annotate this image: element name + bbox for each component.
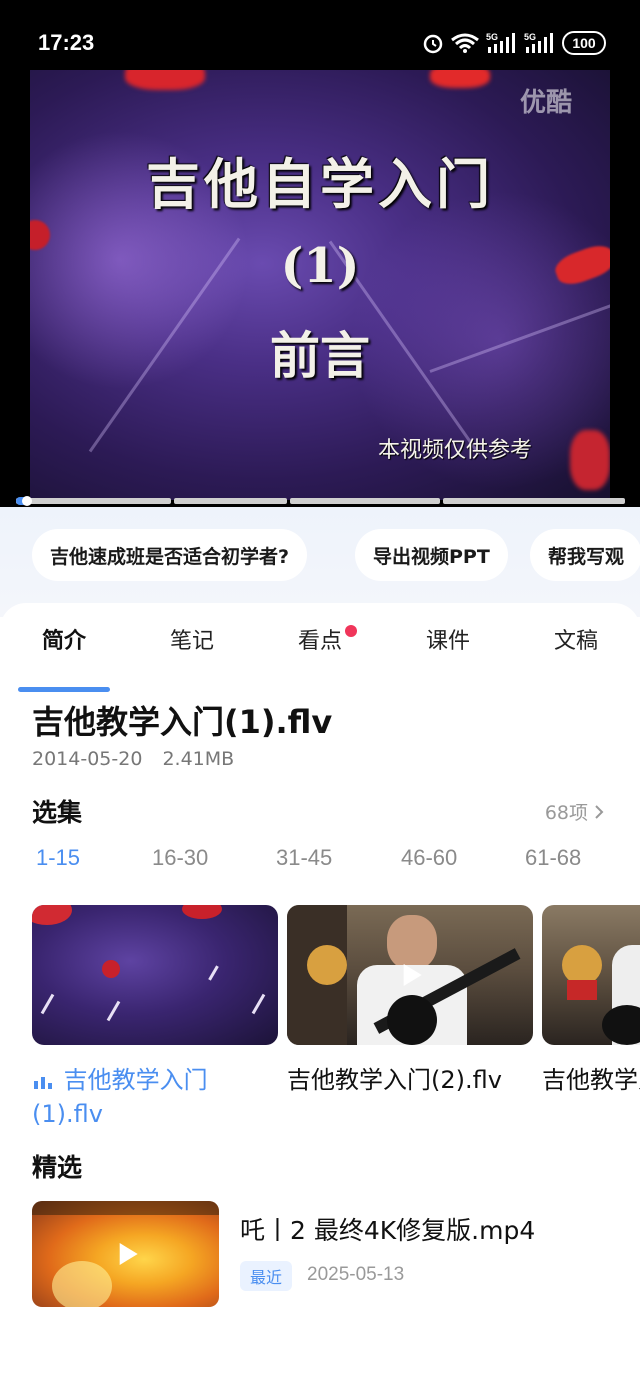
- episodes-heading: 选集: [32, 798, 83, 827]
- file-meta: 2014-05-20 2.41MB: [32, 748, 234, 770]
- featured-thumbnail: [32, 1201, 219, 1307]
- range-tab[interactable]: 61-68: [525, 845, 581, 871]
- episode-range-tabs: 1-15 16-30 31-45 46-60 61-68: [0, 845, 640, 879]
- range-tab[interactable]: 31-45: [276, 845, 332, 871]
- battery-icon: 100: [562, 31, 606, 55]
- episode-thumbnail: [287, 905, 533, 1045]
- episode-thumbnail: [542, 905, 640, 1045]
- chevron-right-icon: [595, 804, 604, 819]
- progress-segment: [174, 498, 287, 504]
- status-time: 17:23: [38, 30, 95, 55]
- video-watermark: 优酷: [520, 88, 573, 118]
- suggestion-chip[interactable]: 导出视频PPT: [355, 529, 508, 581]
- featured-item[interactable]: 吒丨2 最终4K修复版.mp4 最近 2025-05-13: [32, 1201, 608, 1307]
- video-player[interactable]: 优酷 吉他自学入门 (1) 前言 本视频仅供参考: [30, 70, 610, 500]
- tab-transcript[interactable]: 文稿: [516, 623, 636, 655]
- featured-title: 吒丨2 最终4K修复版.mp4: [240, 1216, 536, 1245]
- episode-count-link[interactable]: 68项: [545, 798, 604, 825]
- range-tab[interactable]: 16-30: [152, 845, 208, 871]
- video-subtitle-number: (1): [280, 238, 360, 294]
- progress-segment: [16, 498, 171, 504]
- file-date: 2014-05-20: [32, 748, 143, 770]
- video-title-text: 吉他自学入门: [146, 152, 494, 216]
- notification-dot: [345, 625, 357, 637]
- episode-card[interactable]: 吉他教学入门(1).flv: [32, 905, 278, 1131]
- active-tab-indicator: [18, 687, 110, 692]
- play-icon: [403, 964, 422, 986]
- episode-card[interactable]: 吉他教学入门(2).flv: [287, 905, 533, 1097]
- suggestion-chip[interactable]: 吉他速成班是否适合初学者?: [32, 529, 308, 581]
- video-caption: 本视频仅供参考: [378, 438, 533, 463]
- featured-heading: 精选: [32, 1153, 83, 1182]
- video-subtitle-text: 前言: [270, 326, 370, 385]
- status-icons: 5G 5G 100: [422, 28, 606, 58]
- tab-intro[interactable]: 简介: [4, 623, 124, 655]
- play-icon: [119, 1243, 138, 1265]
- svg-text:5G: 5G: [486, 32, 498, 42]
- episode-title: 吉他教学入门(3).flv: [542, 1066, 640, 1094]
- episode-card[interactable]: 吉他教学入门(3).flv: [542, 905, 640, 1097]
- progress-segment: [443, 498, 625, 504]
- episode-title-text: 吉他教学入门(1).flv: [32, 1066, 208, 1128]
- video-heart-shape: [125, 70, 205, 90]
- svg-text:5G: 5G: [524, 32, 536, 42]
- signal-5g-icon: 5G: [524, 32, 553, 53]
- episode-title: 吉他教学入门(2).flv: [287, 1066, 502, 1094]
- file-size: 2.41MB: [162, 748, 235, 770]
- recent-badge: 最近: [240, 1261, 293, 1291]
- tab-highlights[interactable]: 看点: [260, 623, 380, 655]
- episode-count: 68项: [544, 802, 588, 824]
- range-tab[interactable]: 1-15: [36, 845, 80, 871]
- alarm-icon: [423, 34, 443, 54]
- status-bar: 17:23 5G 5G 100: [0, 0, 640, 70]
- episode-title: 吉他教学入门(1).flv: [32, 1063, 278, 1131]
- tab-courseware[interactable]: 课件: [388, 623, 508, 655]
- video-progress-bar[interactable]: [16, 498, 626, 504]
- now-playing-icon: [34, 1077, 52, 1089]
- episode-thumbnail: [32, 905, 278, 1045]
- wifi-icon: [451, 33, 479, 53]
- signal-5g-icon: 5G: [486, 32, 515, 53]
- progress-knob[interactable]: [22, 496, 32, 506]
- progress-segment: [290, 498, 440, 504]
- detail-panel: 简介 笔记 看点 课件 文稿 吉他教学入门(1).flv 2014-05-20 …: [0, 603, 640, 1400]
- tab-bar: 简介 笔记 看点 课件 文稿: [0, 623, 640, 692]
- suggestion-chips: 吉他速成班是否适合初学者? 导出视频PPT 帮我写观: [0, 507, 640, 617]
- suggestion-chip[interactable]: 帮我写观: [530, 529, 640, 581]
- episode-list: 吉他教学入门(1).flv 吉他教学入门(2).flv 吉他教学: [0, 905, 640, 1135]
- tab-notes[interactable]: 笔记: [132, 623, 252, 655]
- video-heart-shape: [430, 70, 490, 88]
- featured-date: 2025-05-13: [307, 1264, 405, 1285]
- file-title: 吉他教学入门(1).flv: [32, 703, 333, 741]
- video-heart-shape: [570, 430, 610, 490]
- range-tab[interactable]: 46-60: [401, 845, 457, 871]
